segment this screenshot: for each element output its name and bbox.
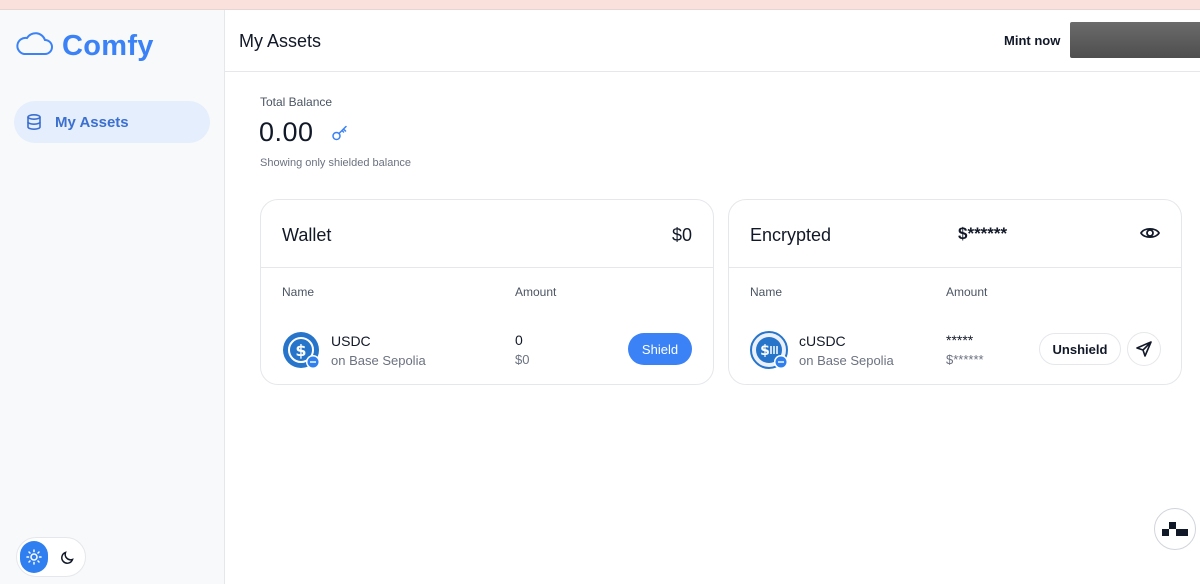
dark-theme-button[interactable] (54, 541, 82, 573)
widget-logo-icon (1162, 522, 1188, 536)
token-value: $0 (515, 352, 530, 367)
connected-wallet-button[interactable] (1070, 22, 1200, 58)
total-balance-value: 0.00 (259, 117, 314, 147)
send-button[interactable] (1127, 332, 1161, 366)
token-name: cUSDC (799, 333, 846, 349)
encrypted-card-header: Encrypted $****** (729, 200, 1181, 268)
mint-now-link[interactable]: Mint now (1004, 33, 1060, 48)
database-icon (27, 113, 41, 131)
header: My Assets Mint now (225, 10, 1200, 72)
svg-text:$: $ (760, 343, 770, 359)
cusdc-token-icon: $ (750, 331, 788, 369)
token-value: $****** (946, 352, 984, 367)
token-chain: on Base Sepolia (331, 353, 426, 368)
page-title: My Assets (239, 31, 322, 51)
balance-label: Total Balance (260, 95, 333, 109)
wallet-card-title: Wallet (282, 225, 332, 245)
encrypted-card: Encrypted $****** Name Amount $ cUSDC on… (728, 199, 1182, 385)
eye-icon[interactable] (1139, 222, 1161, 244)
token-name: USDC (331, 333, 371, 349)
token-amount: ***** (946, 332, 974, 348)
light-theme-button[interactable] (20, 541, 48, 573)
column-header-amount: Amount (946, 285, 988, 299)
encrypted-card-title: Encrypted (750, 225, 832, 245)
wallet-total: $0 (671, 225, 692, 245)
key-icon[interactable] (331, 124, 349, 142)
svg-text:$: $ (295, 341, 306, 360)
shield-button[interactable]: Shield (628, 333, 692, 365)
encrypted-total: $****** (958, 224, 1008, 243)
wallet-card: Wallet $0 Name Amount $ USDC on Base Sep… (260, 199, 714, 385)
column-header-name: Name (282, 285, 315, 299)
floating-widget-button[interactable] (1154, 508, 1196, 550)
moon-icon (61, 551, 74, 564)
app-name: Comfy (62, 29, 154, 62)
cloud-icon (16, 32, 53, 55)
column-header-name: Name (750, 285, 783, 299)
sidebar-item-my-assets[interactable]: My Assets (14, 101, 210, 143)
unshield-button[interactable]: Unshield (1039, 333, 1121, 365)
balance-note: Showing only shielded balance (260, 157, 412, 169)
column-header-amount: Amount (515, 285, 557, 299)
send-icon (1136, 341, 1152, 357)
sun-icon (26, 549, 42, 565)
token-amount: 0 (515, 332, 523, 348)
theme-toggle (16, 537, 86, 577)
app-logo[interactable]: Comfy (14, 28, 154, 64)
sidebar-item-label: My Assets (55, 113, 129, 131)
sidebar: Comfy My Assets (0, 10, 225, 584)
wallet-card-header: Wallet $0 (261, 200, 713, 268)
top-banner (0, 0, 1200, 10)
token-chain: on Base Sepolia (799, 353, 894, 368)
usdc-token-icon: $ (283, 332, 320, 369)
